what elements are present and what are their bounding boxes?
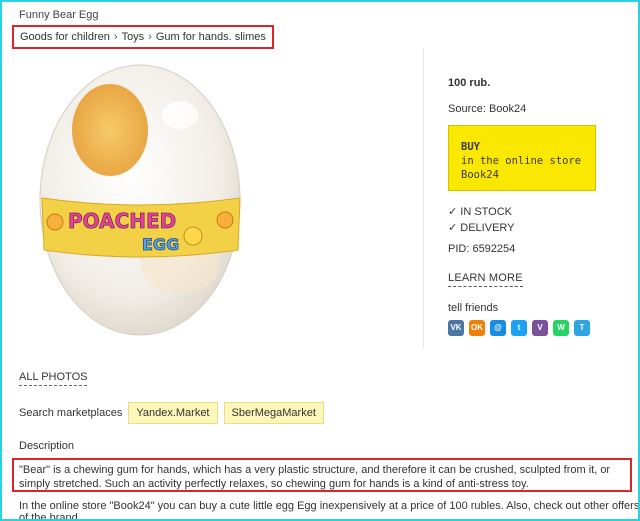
availability: ✓ IN STOCK ✓ DELIVERY xyxy=(448,204,514,236)
telegram-icon[interactable]: T xyxy=(574,320,590,336)
product-image[interactable]: POACHED EGG xyxy=(30,50,250,340)
learn-more-link[interactable]: LEARN MORE xyxy=(448,272,523,287)
in-stock-label: ✓ IN STOCK xyxy=(448,206,513,218)
description-text: "Bear" is a chewing gum for hands, which… xyxy=(12,458,632,492)
whatsapp-icon[interactable]: W xyxy=(553,320,569,336)
band-text-egg: EGG xyxy=(142,235,179,254)
buy-button[interactable]: BUY in the online store Book24 xyxy=(448,125,596,191)
breadcrumb-toys[interactable]: Toys xyxy=(122,31,145,43)
band-text-poached: POACHED xyxy=(68,209,176,233)
tell-friends-label: tell friends xyxy=(448,302,499,314)
social-share-bar: VK OK @ t V W T xyxy=(448,320,590,336)
description-title: Description xyxy=(19,440,75,452)
vk-icon[interactable]: VK xyxy=(448,320,464,336)
vertical-divider xyxy=(423,48,424,348)
buy-store: Book24 xyxy=(461,169,499,181)
product-id: PID: 6592254 xyxy=(448,243,516,255)
marketplaces-row: Search marketplaces Yandex.Market SberMe… xyxy=(19,402,330,424)
description-more: In the online store "Book24" you can buy… xyxy=(19,500,640,521)
breadcrumb: Goods for children › Toys › Gum for hand… xyxy=(12,25,274,49)
marketplaces-label: Search marketplaces xyxy=(19,407,123,419)
breadcrumb-gum-for-hands[interactable]: Gum for hands. slimes xyxy=(156,31,266,43)
delivery-label: ✓ DELIVERY xyxy=(448,222,515,234)
source-label: Source: Book24 xyxy=(448,103,527,115)
twitter-icon[interactable]: t xyxy=(511,320,527,336)
breadcrumb-goods-for-children[interactable]: Goods for children xyxy=(20,31,110,43)
all-photos-link[interactable]: ALL PHOTOS xyxy=(19,371,88,386)
breadcrumb-separator: › xyxy=(148,31,152,43)
buy-subtitle: in the online store xyxy=(461,155,582,167)
breadcrumb-separator: › xyxy=(113,31,118,43)
moimir-icon[interactable]: @ xyxy=(490,320,506,336)
page-title: Funny Bear Egg xyxy=(19,9,99,21)
odnoklassniki-icon[interactable]: OK xyxy=(469,320,485,336)
price: 100 rub. xyxy=(448,77,491,89)
viber-icon[interactable]: V xyxy=(532,320,548,336)
buy-label: BUY xyxy=(461,141,480,153)
sbermegamarket-button[interactable]: SberMegaMarket xyxy=(223,402,324,424)
yandex-market-button[interactable]: Yandex.Market xyxy=(128,402,218,424)
